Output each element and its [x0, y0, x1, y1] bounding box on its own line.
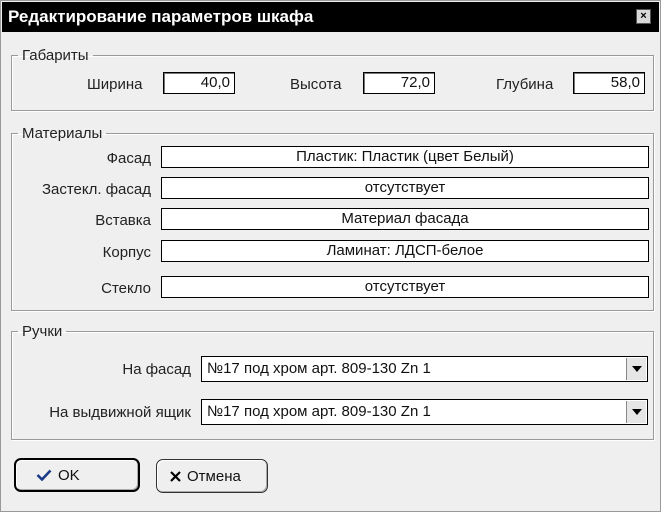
- material-field-facade[interactable]: Пластик: Пластик (цвет Белый): [161, 146, 649, 168]
- material-label-glass: Стекло: [101, 280, 151, 297]
- ok-button[interactable]: OK: [14, 458, 140, 492]
- depth-input[interactable]: 58,0: [573, 72, 645, 94]
- material-label-glazed-facade: Застекл. фасад: [41, 181, 151, 198]
- material-field-body[interactable]: Ламинат: ЛДСП-белое: [161, 240, 649, 262]
- handle-drawer-label: На выдвижной ящик: [49, 404, 191, 421]
- handle-drawer-select[interactable]: №17 под хром арт. 809-130 Zn 1: [201, 399, 648, 425]
- handle-facade-label: На фасад: [122, 361, 191, 378]
- checkmark-icon: [36, 469, 52, 481]
- material-label-body: Корпус: [102, 244, 151, 261]
- chevron-down-icon[interactable]: [626, 401, 646, 423]
- height-input[interactable]: 72,0: [363, 72, 435, 94]
- material-label-insert: Вставка: [95, 212, 151, 229]
- material-field-glass[interactable]: отсутствует: [161, 276, 649, 298]
- cancel-button[interactable]: Отмена: [156, 459, 268, 493]
- close-icon[interactable]: ×: [636, 9, 651, 24]
- handle-facade-select[interactable]: №17 под хром арт. 809-130 Zn 1: [201, 356, 648, 382]
- material-label-facade: Фасад: [106, 150, 151, 167]
- width-label: Ширина: [87, 76, 143, 93]
- window-title: Редактирование параметров шкафа: [8, 7, 314, 26]
- width-input[interactable]: 40,0: [163, 72, 235, 94]
- dialog-window: Редактирование параметров шкафа × Габари…: [0, 0, 661, 512]
- handle-drawer-value: №17 под хром арт. 809-130 Zn 1: [207, 403, 431, 420]
- title-bar[interactable]: Редактирование параметров шкафа ×: [2, 2, 659, 32]
- material-field-glazed-facade[interactable]: отсутствует: [161, 177, 649, 199]
- handle-facade-value: №17 под хром арт. 809-130 Zn 1: [207, 360, 431, 377]
- ok-button-label: OK: [58, 466, 80, 484]
- handles-legend: Ручки: [22, 323, 63, 340]
- cancel-button-label: Отмена: [187, 467, 241, 485]
- height-label: Высота: [290, 76, 342, 93]
- close-icon: [170, 470, 181, 482]
- dimensions-legend: Габариты: [22, 47, 89, 64]
- chevron-down-icon[interactable]: [626, 358, 646, 380]
- depth-label: Глубина: [496, 76, 554, 93]
- material-field-insert[interactable]: Материал фасада: [161, 208, 649, 230]
- materials-legend: Материалы: [22, 125, 103, 142]
